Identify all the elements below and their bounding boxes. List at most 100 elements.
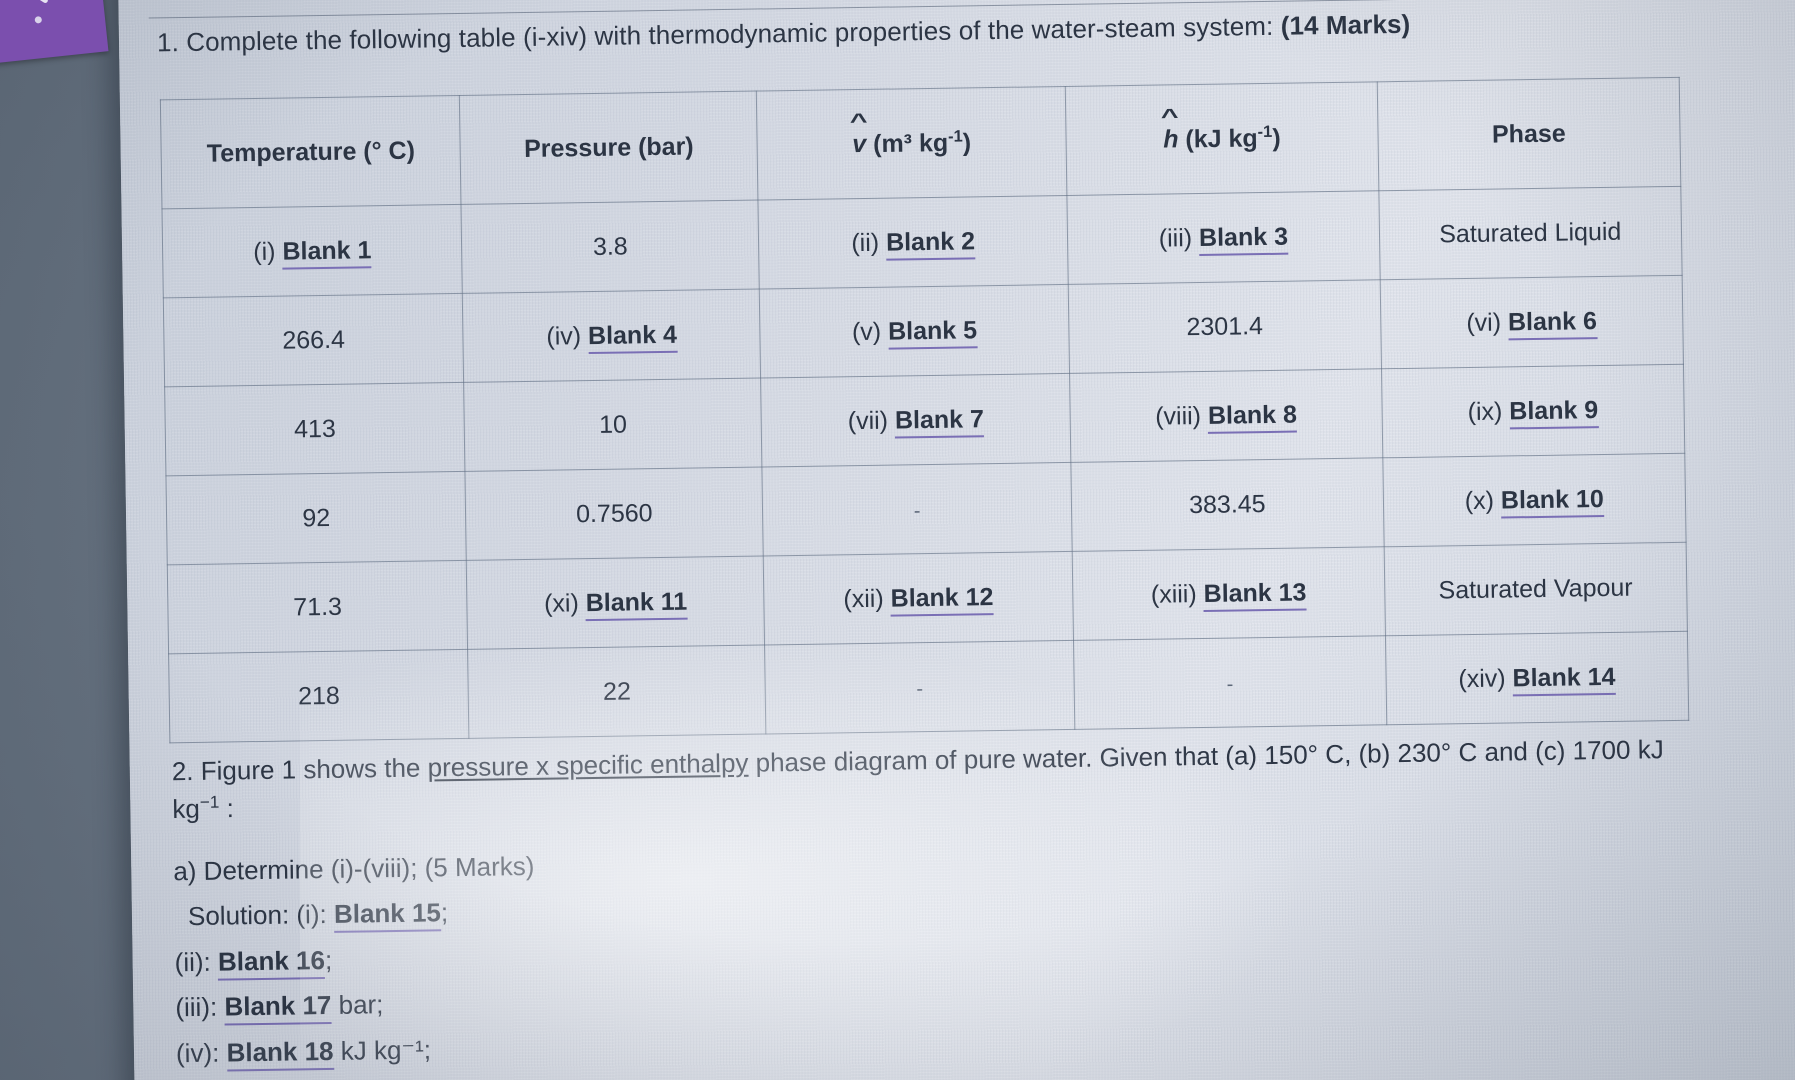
column-header-specific-volume: v (m³ kg-1) <box>756 86 1068 201</box>
cell-value: 92 <box>302 503 331 532</box>
solution-item-3-suffix: bar; <box>331 989 384 1021</box>
h-hat-symbol: h <box>1163 125 1179 153</box>
cell-temperature: 413 <box>164 382 466 476</box>
blank-field-blank-9[interactable]: Blank 9 <box>1509 395 1599 429</box>
cell-pressure: 3.8 <box>461 200 760 294</box>
document-content: 1. Complete the following table (i-xiv) … <box>118 0 1795 1080</box>
cell-phase[interactable]: (xiv) Blank 14 <box>1385 631 1689 725</box>
cell-enthalpy[interactable]: (viii) Blank 8 <box>1069 368 1383 463</box>
cell-enthalpy: - <box>1073 635 1387 730</box>
column-header-phase: Phase <box>1376 77 1681 191</box>
badge-slash-icon <box>2 0 49 4</box>
cell-value: Saturated Liquid <box>1439 217 1622 248</box>
question-1-prompt: 1. Complete the following table (i-xiv) … <box>157 9 1411 59</box>
enthalpy-close-paren: ) <box>1272 123 1281 153</box>
cell-value: 413 <box>293 414 337 443</box>
photographed-screen: 1. Complete the following table (i-xiv) … <box>0 0 1795 1080</box>
solution-item-1-prefix: (i): <box>296 899 327 930</box>
solution-item-4-suffix: kJ kg⁻¹; <box>333 1034 432 1066</box>
solution-list: a) Determine (i)-(viii); (5 Marks) Solut… <box>173 848 537 1080</box>
cell-value: 0.7560 <box>575 498 653 528</box>
cell-volume: - <box>764 640 1075 734</box>
enthalpy-exponent: -1 <box>1257 122 1273 141</box>
question-2-units-tail: : <box>219 792 235 824</box>
solution-item-4-prefix: (iv): <box>175 1037 220 1068</box>
cell-enthalpy[interactable]: (xiii) Blank 13 <box>1072 546 1386 641</box>
roman-label: (iv) <box>546 321 589 351</box>
cell-value: 22 <box>602 676 632 706</box>
part-a-marks: (5 Marks) <box>424 850 535 883</box>
badge-dot-icon <box>34 15 43 24</box>
blank-17[interactable]: Blank 17 <box>224 990 332 1026</box>
document-page: 1. Complete the following table (i-xiv) … <box>118 0 1795 1080</box>
blank-15[interactable]: Blank 15 <box>333 897 442 934</box>
roman-label: (vi) <box>1466 307 1509 337</box>
blank-field-blank-12[interactable]: Blank 12 <box>890 582 994 617</box>
blank-field-blank-14[interactable]: Blank 14 <box>1512 662 1616 696</box>
blank-field-blank-3[interactable]: Blank 3 <box>1198 222 1289 256</box>
cell-pressure: 22 <box>467 644 766 739</box>
app-icon-badge[interactable] <box>0 0 109 65</box>
enthalpy-units: (kJ kg <box>1178 124 1258 154</box>
column-header-enthalpy: h (kJ kg-1) <box>1065 81 1379 196</box>
cell-temperature: 266.4 <box>163 293 465 387</box>
cell-volume[interactable]: (xii) Blank 12 <box>763 551 1074 645</box>
question-2-lead: 2. Figure 1 shows the <box>171 752 428 787</box>
cell-value: 383.45 <box>1188 489 1266 519</box>
solution-item-2: (ii): Blank 16; <box>174 939 536 981</box>
blank-16[interactable]: Blank 16 <box>217 944 326 981</box>
cell-volume[interactable]: (ii) Blank 2 <box>758 195 1069 290</box>
solution-label: Solution: <box>187 899 290 932</box>
blank-field-blank-1[interactable]: Blank 1 <box>282 235 372 270</box>
blank-field-blank-4[interactable]: Blank 4 <box>587 320 678 354</box>
blank-field-blank-10[interactable]: Blank 10 <box>1500 484 1604 519</box>
cell-pressure[interactable]: (xi) Blank 11 <box>466 555 765 650</box>
cell-volume[interactable]: (v) Blank 5 <box>759 284 1070 379</box>
blank-field-blank-5[interactable]: Blank 5 <box>887 315 978 350</box>
roman-label: (i) <box>253 237 283 266</box>
blank-field-blank-7[interactable]: Blank 7 <box>894 404 985 439</box>
question-2-prompt: 2. Figure 1 shows the pressure x specifi… <box>172 730 1733 828</box>
solution-item-3: (iii): Blank 17 bar; <box>175 984 537 1026</box>
blank-field-blank-11[interactable]: Blank 11 <box>585 587 688 621</box>
specific-volume-close-paren: ) <box>962 128 972 157</box>
cell-temperature: 218 <box>168 649 470 743</box>
roman-label: (ix) <box>1467 396 1510 426</box>
cell-pressure[interactable]: (iv) Blank 4 <box>462 289 761 383</box>
cell-pressure: 0.7560 <box>465 467 764 561</box>
blank-field-blank-8[interactable]: Blank 8 <box>1207 400 1298 434</box>
blank-field-blank-13[interactable]: Blank 13 <box>1203 577 1307 612</box>
cell-volume[interactable]: (vii) Blank 7 <box>760 373 1071 468</box>
cell-temperature: 71.3 <box>167 560 468 654</box>
cell-phase: Saturated Liquid <box>1378 186 1683 280</box>
roman-label: (vii) <box>847 406 896 435</box>
cell-phase[interactable]: (x) Blank 10 <box>1382 453 1687 547</box>
question-2-units-exponent: −1 <box>199 791 220 812</box>
question-2-units: kg <box>172 793 201 824</box>
solution-item-1-suffix: ; <box>440 897 449 928</box>
question-1-text: 1. Complete the following table (i-xiv) … <box>156 10 1281 58</box>
solution-item-4: (iv): Blank 18 kJ kg⁻¹; <box>175 1029 538 1072</box>
cell-phase[interactable]: (vi) Blank 6 <box>1379 275 1684 369</box>
cell-enthalpy[interactable]: (iii) Blank 3 <box>1067 190 1380 285</box>
cell-phase[interactable]: (ix) Blank 9 <box>1381 364 1685 458</box>
cell-phase: Saturated Vapour <box>1383 542 1688 636</box>
roman-label: (v) <box>851 317 889 346</box>
cell-temperature[interactable]: (i) Blank 1 <box>161 204 463 298</box>
cell-value: 71.3 <box>293 592 343 621</box>
solution-item-2-suffix: ; <box>324 944 333 975</box>
cell-value: 218 <box>297 681 340 710</box>
blank-18[interactable]: Blank 18 <box>226 1035 334 1072</box>
cell-value: 3.8 <box>592 231 628 261</box>
cell-pressure: 10 <box>464 378 762 472</box>
blank-field-blank-2[interactable]: Blank 2 <box>885 226 976 261</box>
column-header-temperature: Temperature (° C) <box>160 95 462 209</box>
blank-field-blank-6[interactable]: Blank 6 <box>1507 306 1598 340</box>
roman-label: (xii) <box>843 584 891 613</box>
specific-volume-exponent: -1 <box>947 127 963 146</box>
roman-label: (ii) <box>851 228 887 257</box>
empty-dash: - <box>916 677 924 700</box>
specific-volume-units: (m³ kg <box>865 128 949 159</box>
roman-label: (xiii) <box>1150 579 1204 609</box>
column-header-pressure: Pressure (bar) <box>459 91 759 205</box>
